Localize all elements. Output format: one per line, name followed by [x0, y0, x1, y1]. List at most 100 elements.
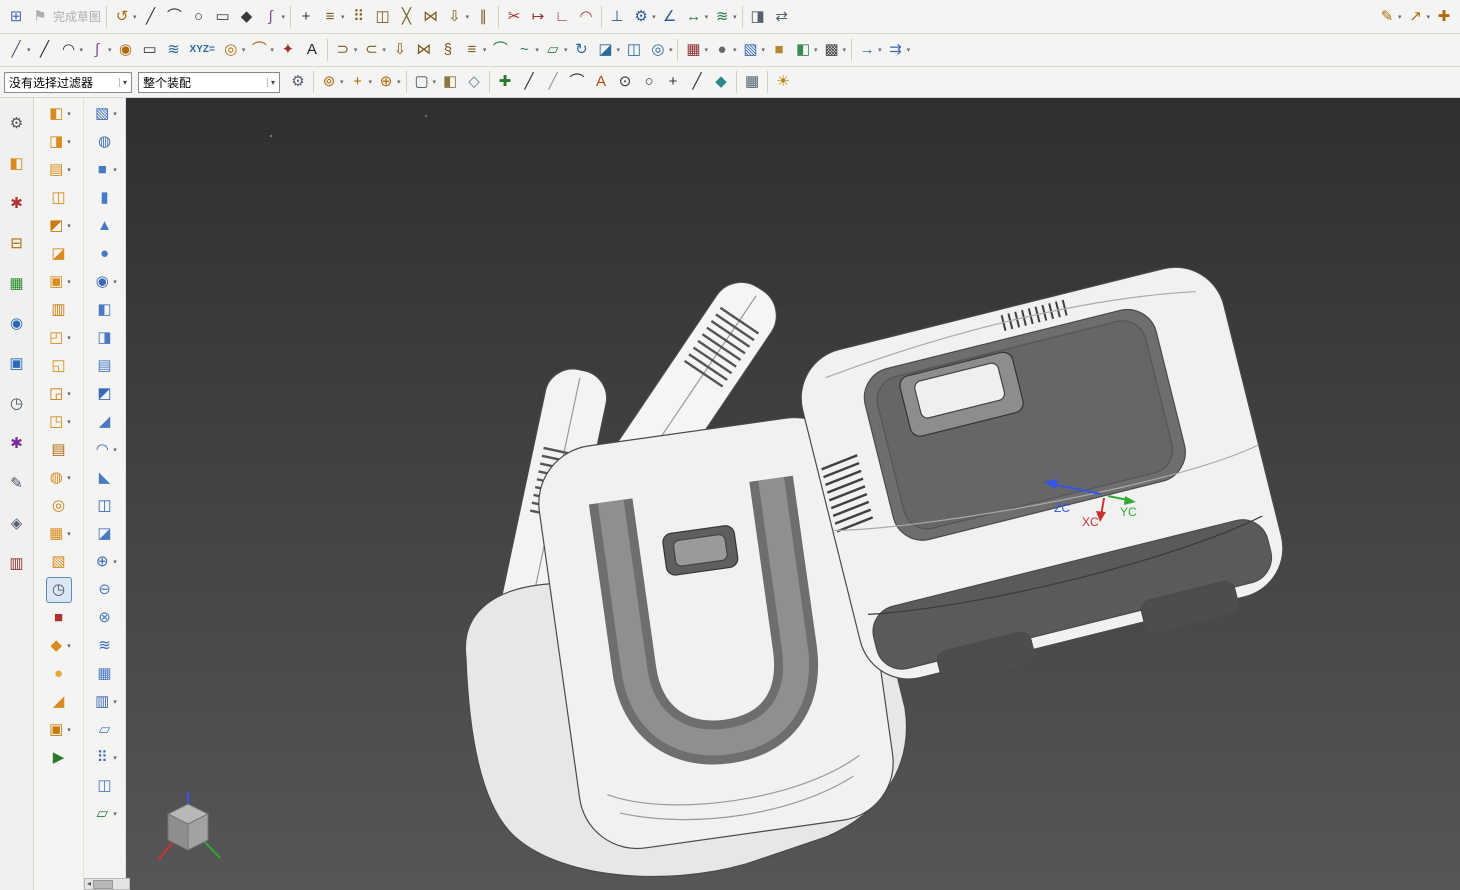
- dropdown-arrow-icon[interactable]: ▾: [67, 334, 71, 342]
- dropdown-arrow-icon[interactable]: ▾: [733, 46, 737, 54]
- auto-dimension-icon[interactable]: ≋▾: [710, 4, 739, 30]
- shell-icon[interactable]: ◩: [93, 382, 117, 406]
- unite-icon[interactable]: ⊕▾: [90, 550, 119, 574]
- boss-icon[interactable]: ◧: [93, 298, 117, 322]
- roles-icon[interactable]: ▥: [5, 553, 29, 575]
- dropdown-arrow-icon[interactable]: ▾: [27, 46, 31, 54]
- snap-menu-icon[interactable]: ⊚▾: [317, 69, 346, 95]
- dropdown-arrow-icon[interactable]: ▾: [762, 46, 766, 54]
- move-mode-icon[interactable]: ◈: [5, 513, 29, 535]
- display-constraints-icon[interactable]: ∠: [658, 4, 682, 30]
- text-icon[interactable]: A: [300, 37, 324, 63]
- deformable-part-icon[interactable]: ■: [47, 606, 71, 630]
- update-model-icon[interactable]: ✚: [1432, 4, 1456, 30]
- spline-icon[interactable]: ∫▾: [85, 37, 114, 63]
- dropdown-arrow-icon[interactable]: ▾: [113, 278, 117, 286]
- grid-display-icon[interactable]: ▦: [740, 69, 764, 95]
- dropdown-arrow-icon[interactable]: ▾: [466, 13, 470, 21]
- dropdown-arrow-icon[interactable]: ▾: [535, 46, 539, 54]
- interpart-links-icon[interactable]: ◎: [47, 494, 71, 518]
- dropdown-arrow-icon[interactable]: ▾: [67, 222, 71, 230]
- substitute-component-icon[interactable]: ▧: [47, 550, 71, 574]
- hole-icon[interactable]: ◉▾: [90, 270, 119, 294]
- offset-region-icon[interactable]: ⊃▾: [331, 37, 360, 63]
- split-body-icon[interactable]: ◪: [93, 522, 117, 546]
- rectangle-select-icon[interactable]: ▢▾: [410, 69, 439, 95]
- assembly-navigator-icon[interactable]: ◧: [5, 153, 29, 175]
- dropdown-arrow-icon[interactable]: ▾: [67, 474, 71, 482]
- dropdown-arrow-icon[interactable]: ▾: [113, 698, 117, 706]
- rectangle-icon[interactable]: ▭: [138, 37, 162, 63]
- dropdown-arrow-icon[interactable]: ▾: [80, 46, 84, 54]
- component-pattern-icon[interactable]: ▤▾: [44, 158, 73, 182]
- dropdown-arrow-icon[interactable]: ▾: [133, 13, 137, 21]
- create-component-icon[interactable]: ◨▾: [44, 130, 73, 154]
- scroll-thumb[interactable]: [93, 880, 113, 889]
- offset-curve-icon[interactable]: ≡▾: [318, 4, 347, 30]
- offset-curve-icon[interactable]: ≡▾: [460, 37, 489, 63]
- graphics-area[interactable]: ZC XC YC: [126, 98, 1460, 890]
- dropdown-arrow-icon[interactable]: ▾: [397, 78, 401, 86]
- dropdown-arrow-icon[interactable]: ▾: [67, 138, 71, 146]
- dropdown-arrow-icon[interactable]: ▾: [108, 46, 112, 54]
- datum-csys-icon[interactable]: ╱▾: [4, 37, 33, 63]
- dropdown-arrow-icon[interactable]: ▾: [1426, 13, 1430, 21]
- dropdown-arrow-icon[interactable]: ▾: [814, 46, 818, 54]
- intersect-icon[interactable]: ⊗: [93, 606, 117, 630]
- polygon-icon[interactable]: ◆: [235, 4, 259, 30]
- history-mode-icon[interactable]: ◷: [47, 578, 71, 602]
- part-navigator-icon[interactable]: ⊟: [5, 233, 29, 255]
- point-xyz-icon[interactable]: XYZ=: [186, 37, 219, 63]
- edge-blend-icon[interactable]: ◠▾: [90, 438, 119, 462]
- helix-icon[interactable]: ◎▾: [219, 37, 248, 63]
- finish-sketch-button[interactable]: ⚑完成草图: [28, 4, 103, 30]
- line-icon[interactable]: ╱: [139, 4, 163, 30]
- sew-icon[interactable]: ≋: [93, 634, 117, 658]
- component-groups-icon[interactable]: ▦▾: [44, 522, 73, 546]
- palette-icon[interactable]: ✱: [5, 433, 29, 455]
- dropdown-arrow-icon[interactable]: ▾: [1398, 13, 1402, 21]
- end-point-icon[interactable]: ╱: [517, 69, 541, 95]
- datum-plane-icon[interactable]: ▱▾: [541, 37, 570, 63]
- pocket-icon[interactable]: ◨: [93, 326, 117, 350]
- visualization-icon[interactable]: ✎: [5, 473, 29, 495]
- dropdown-arrow-icon[interactable]: ▾: [652, 13, 656, 21]
- dropdown-arrow-icon[interactable]: ▾: [369, 78, 373, 86]
- dropdown-arrow-icon[interactable]: ▾: [878, 46, 882, 54]
- revolve-icon[interactable]: ◍: [93, 130, 117, 154]
- point-icon[interactable]: +: [294, 4, 318, 30]
- dropdown-arrow-icon[interactable]: ▾: [113, 446, 117, 454]
- extrude-icon[interactable]: ▧▾: [90, 102, 119, 126]
- mirror-assembly-icon[interactable]: ◫: [47, 186, 71, 210]
- show-constraints-icon[interactable]: ▥: [47, 298, 71, 322]
- wireframe-cube-icon[interactable]: ◇: [462, 69, 486, 95]
- quick-extend-icon[interactable]: ↦: [526, 4, 550, 30]
- refresh-curve-icon[interactable]: ↻: [569, 37, 593, 63]
- make-corner-icon[interactable]: ∟: [550, 4, 574, 30]
- datum-plane-icon[interactable]: ▱▾: [90, 802, 119, 826]
- pattern-grid-icon[interactable]: ▦▾: [681, 37, 710, 63]
- dropdown-arrow-icon[interactable]: ▾: [669, 46, 673, 54]
- history-icon[interactable]: ◷: [5, 393, 29, 415]
- task-environment-icon[interactable]: ⊞: [4, 4, 28, 30]
- profile-icon[interactable]: ↺▾: [110, 4, 139, 30]
- dropdown-arrow-icon[interactable]: ▾: [67, 278, 71, 286]
- constraint-navigator-icon[interactable]: ✱: [5, 193, 29, 215]
- derived-lines-icon[interactable]: ∥: [471, 4, 495, 30]
- extrude-icon[interactable]: ▧▾: [739, 37, 768, 63]
- dropdown-arrow-icon[interactable]: ▾: [705, 13, 709, 21]
- dropdown-arrow-icon[interactable]: ▾: [113, 166, 117, 174]
- dropdown-arrow-icon[interactable]: ▾: [564, 46, 568, 54]
- studio-spline-icon[interactable]: ∫▾: [259, 4, 288, 30]
- variant-config-icon[interactable]: ◆▾: [44, 634, 73, 658]
- dropdown-arrow-icon[interactable]: ▾: [67, 642, 71, 650]
- dropdown-arrow-icon[interactable]: ▾: [67, 110, 71, 118]
- section-curve-icon[interactable]: §: [436, 37, 460, 63]
- blend-region-icon[interactable]: ⊂▾: [359, 37, 388, 63]
- extract-curve-icon[interactable]: ◪▾: [593, 37, 622, 63]
- mirror-curve-icon[interactable]: ◫: [371, 4, 395, 30]
- circle-icon[interactable]: ○: [187, 4, 211, 30]
- render-options-icon[interactable]: ☀: [771, 69, 795, 95]
- existing-point-icon[interactable]: +: [661, 69, 685, 95]
- add-component-icon[interactable]: ◧▾: [44, 102, 73, 126]
